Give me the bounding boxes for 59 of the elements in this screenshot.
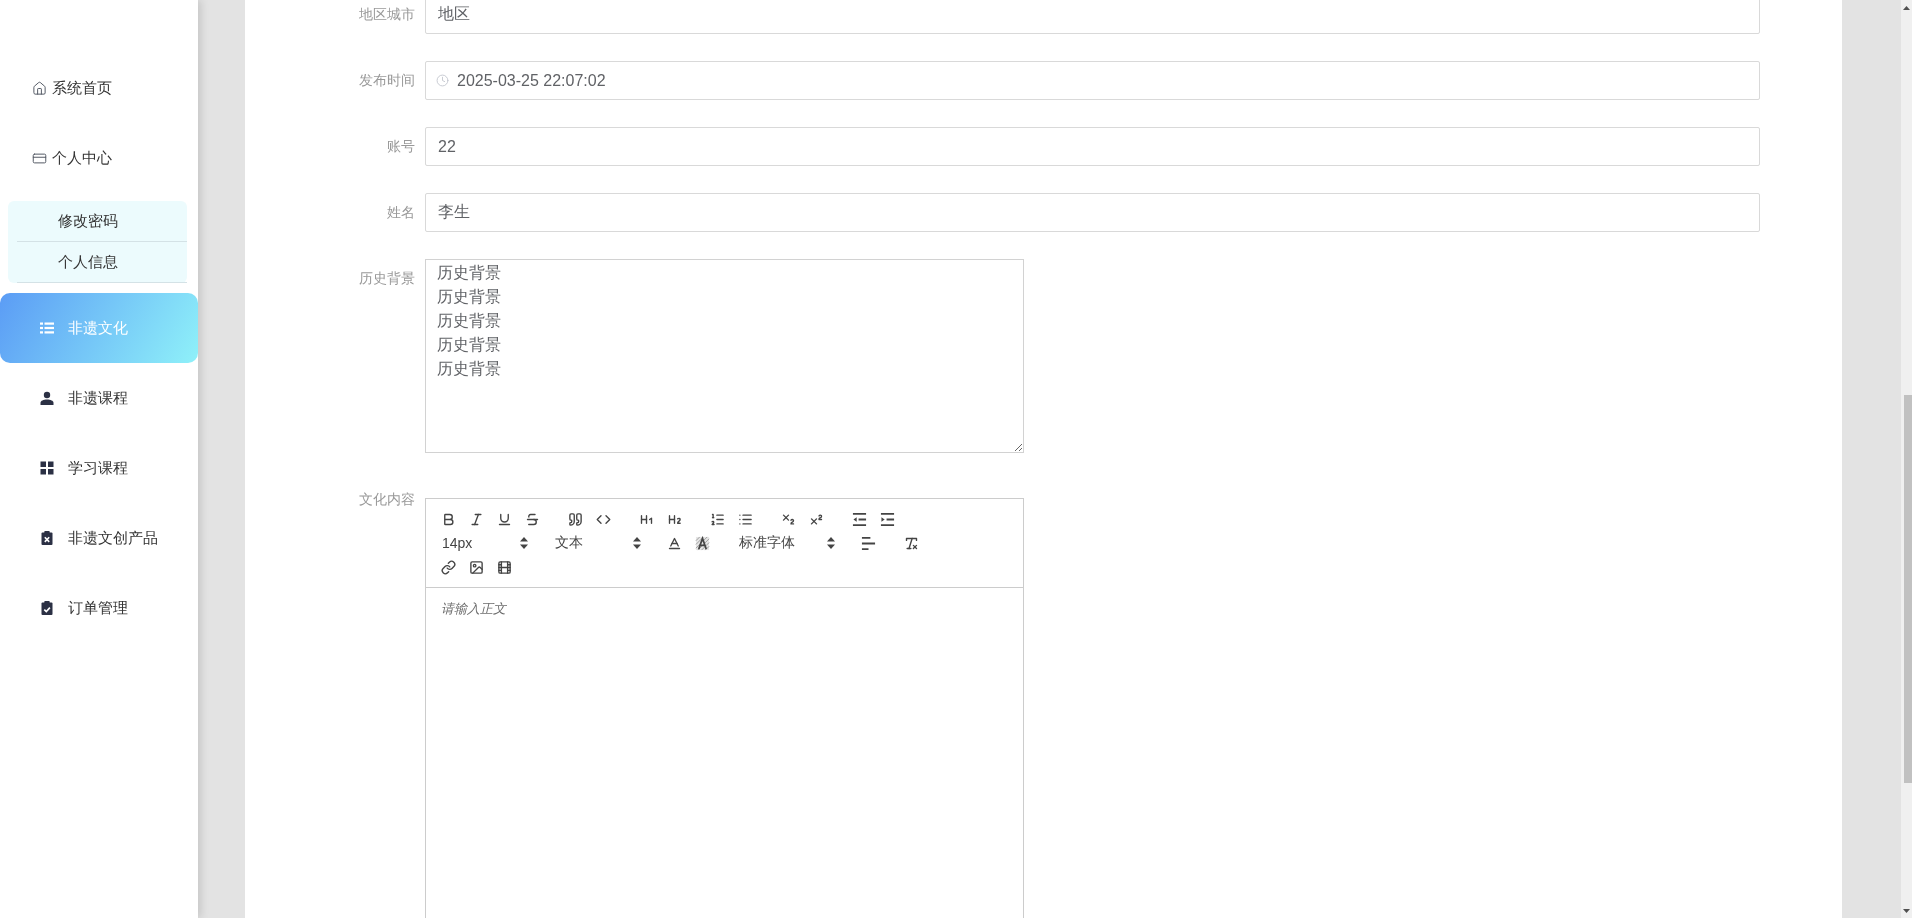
text-line: 历史背景 <box>437 335 502 355</box>
clipboard-check-icon <box>40 601 54 615</box>
text-line: 历史背景 <box>437 359 502 379</box>
film-icon <box>496 559 512 575</box>
quote-icon <box>567 511 583 527</box>
menu-item[interactable]: 个人中心 <box>0 123 198 193</box>
textarea-field[interactable]: 历史背景 历史背景 历史背景 历史背景 历史背景 <box>425 259 1024 453</box>
text-line: 历史背景 <box>437 287 502 307</box>
font-family-select[interactable]: 标准字体 <box>731 531 839 555</box>
outdent-icon <box>851 511 867 527</box>
text-field[interactable]: 李生 <box>425 193 1760 232</box>
strikethrough-icon <box>524 511 540 527</box>
highlight-color-icon <box>694 535 710 551</box>
submenu-item[interactable]: 修改密码 <box>17 201 187 242</box>
caret-up-icon[interactable] <box>1903 6 1910 10</box>
text-field[interactable]: 22 <box>425 127 1760 166</box>
ordered-list-icon <box>709 511 725 527</box>
menu-item[interactable]: 订单管理 <box>0 573 198 643</box>
field-label: 历史背景 <box>358 269 416 288</box>
bullet-list-icon <box>737 511 753 527</box>
underline-icon <box>496 511 512 527</box>
caret-down-icon[interactable] <box>1903 909 1910 913</box>
up-down-caret-icon <box>520 537 528 549</box>
submenu-item[interactable]: 个人信息 <box>17 242 187 283</box>
align-left-icon <box>860 535 876 551</box>
indent-icon <box>879 511 895 527</box>
list-icon <box>40 321 54 335</box>
heading-select[interactable]: 文本 <box>547 531 645 555</box>
editor-field[interactable]: 请输入正文 <box>425 588 1024 918</box>
up-down-caret-icon <box>633 537 641 549</box>
scrollbar-thumb[interactable] <box>1904 395 1912 783</box>
menu-item[interactable]: 系统首页 <box>0 53 198 123</box>
superscript-icon <box>808 511 824 527</box>
up-down-caret-icon <box>827 537 835 549</box>
menu-item[interactable]: 学习课程 <box>0 433 198 503</box>
text-line: 历史背景 <box>437 311 502 331</box>
text-color-icon <box>666 535 682 551</box>
text-line: 历史背景 <box>437 263 502 283</box>
field-label: 姓名 <box>386 203 416 222</box>
house-icon <box>32 80 47 96</box>
font-size-select[interactable]: 14px <box>434 531 532 555</box>
text-field[interactable]: 地区 <box>425 0 1760 34</box>
field-label: 账号 <box>386 137 416 156</box>
link-icon <box>440 559 456 575</box>
subscript-icon <box>780 511 796 527</box>
field-label: 发布时间 <box>358 71 416 90</box>
menu-item[interactable]: 非遗课程 <box>0 363 198 433</box>
clear-format-icon <box>903 535 919 551</box>
clock-icon <box>436 74 449 87</box>
card-icon <box>32 150 47 166</box>
grid-icon <box>40 461 54 475</box>
italic-icon <box>468 511 484 527</box>
image-icon <box>468 559 484 575</box>
clipboard-x-icon <box>40 531 54 545</box>
menu-item[interactable]: 非遗文创产品 <box>0 503 198 573</box>
field-label: 文化内容 <box>358 490 416 509</box>
field-label: 地区城市 <box>358 5 416 24</box>
user-icon <box>40 391 54 405</box>
datetime-field[interactable]: 2025-03-25 22:07:02 <box>425 61 1760 100</box>
